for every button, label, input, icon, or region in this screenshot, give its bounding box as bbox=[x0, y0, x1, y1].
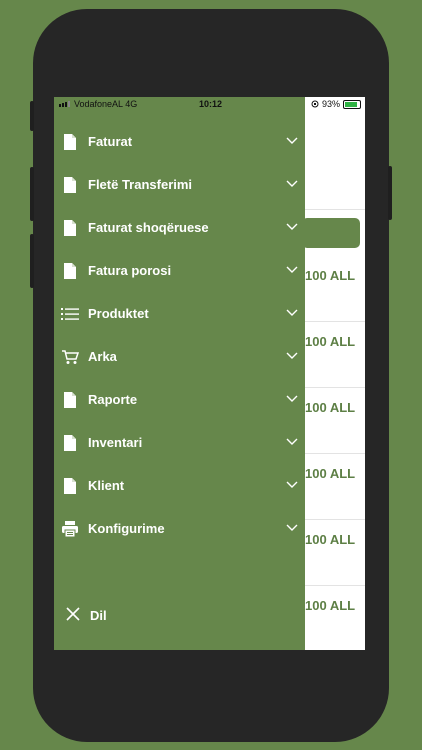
battery-icon bbox=[343, 99, 361, 109]
document-icon bbox=[64, 478, 76, 494]
chevron-down-icon bbox=[286, 309, 298, 316]
language-selector[interactable]: Dil bbox=[54, 597, 305, 633]
menu-item-arka[interactable]: Arka bbox=[54, 336, 305, 378]
menu-item-label: Arka bbox=[88, 349, 117, 364]
mute-switch bbox=[30, 101, 34, 131]
list-item-amount: 100 ALL bbox=[305, 532, 356, 547]
list-divider bbox=[305, 453, 365, 454]
chevron-down-icon bbox=[286, 137, 298, 144]
list-divider bbox=[305, 209, 365, 210]
background-action-button[interactable] bbox=[302, 218, 360, 248]
orientation-lock-icon bbox=[311, 100, 319, 108]
background-invoice-list bbox=[305, 97, 365, 650]
menu-item-label: Faturat bbox=[88, 134, 133, 149]
document-icon bbox=[64, 263, 76, 279]
chevron-down-icon bbox=[286, 524, 298, 531]
menu-item-produktet[interactable]: Produktet bbox=[54, 293, 305, 335]
list-item-amount: 100 ALL bbox=[305, 400, 356, 415]
chevron-down-icon bbox=[286, 180, 298, 187]
close-icon bbox=[66, 607, 80, 621]
menu-item-klient[interactable]: Klient bbox=[54, 465, 305, 507]
screen: VodafoneAL 4G 10:12 93% 100 ALL 100 ALL … bbox=[54, 97, 365, 650]
menu-item-label: Raporte bbox=[88, 392, 138, 407]
menu-item-label: Fatura porosi bbox=[88, 263, 172, 278]
carrier-label: VodafoneAL 4G bbox=[74, 99, 138, 109]
menu-item-label: Produktet bbox=[88, 306, 149, 321]
list-divider bbox=[305, 387, 365, 388]
power-button bbox=[388, 166, 392, 220]
document-icon bbox=[64, 177, 76, 193]
list-divider bbox=[305, 519, 365, 520]
language-label: Dil bbox=[90, 608, 107, 623]
list-icon bbox=[61, 308, 79, 320]
list-divider bbox=[305, 321, 365, 322]
volume-down-button bbox=[30, 234, 34, 288]
menu-item-fatura-porosi[interactable]: Fatura porosi bbox=[54, 250, 305, 292]
menu-item-raporte[interactable]: Raporte bbox=[54, 379, 305, 421]
list-item-amount: 100 ALL bbox=[305, 466, 356, 481]
status-time: 10:12 bbox=[199, 99, 223, 109]
menu-item-konfigurime[interactable]: Konfigurime bbox=[54, 508, 305, 550]
chevron-down-icon bbox=[286, 438, 298, 445]
printer-icon bbox=[62, 521, 78, 538]
chevron-down-icon bbox=[286, 395, 298, 402]
menu-item-label: Fletë Transferimi bbox=[88, 177, 193, 192]
menu-item-inventari[interactable]: Inventari bbox=[54, 422, 305, 464]
menu-item-label: Faturat shoqëruese bbox=[88, 220, 209, 235]
list-item-amount: 100 ALL bbox=[305, 334, 356, 349]
list-divider bbox=[305, 585, 365, 586]
document-icon bbox=[64, 134, 76, 150]
signal-icon bbox=[59, 101, 70, 107]
cart-icon bbox=[62, 350, 79, 364]
chevron-down-icon bbox=[286, 481, 298, 488]
document-icon bbox=[64, 220, 76, 236]
menu-item-flete-transferimi[interactable]: Fletë Transferimi bbox=[54, 164, 305, 206]
chevron-down-icon bbox=[286, 223, 298, 230]
navigation-drawer: Faturat Fletë Transferimi Faturat shoqër… bbox=[54, 97, 305, 650]
menu-item-label: Inventari bbox=[88, 435, 143, 450]
list-item-amount: 100 ALL bbox=[305, 598, 356, 613]
document-icon bbox=[64, 392, 76, 408]
menu-item-label: Konfigurime bbox=[88, 521, 165, 536]
menu-item-label: Klient bbox=[88, 478, 125, 493]
menu-item-faturat[interactable]: Faturat bbox=[54, 121, 305, 163]
chevron-down-icon bbox=[286, 352, 298, 359]
document-icon bbox=[64, 435, 76, 451]
menu-item-faturat-shoqeruese[interactable]: Faturat shoqëruese bbox=[54, 207, 305, 249]
battery-percent: 93% bbox=[321, 99, 340, 109]
status-bar: VodafoneAL 4G 10:12 93% bbox=[54, 97, 365, 112]
volume-up-button bbox=[30, 167, 34, 221]
list-item-amount: 100 ALL bbox=[305, 268, 356, 283]
chevron-down-icon bbox=[286, 266, 298, 273]
